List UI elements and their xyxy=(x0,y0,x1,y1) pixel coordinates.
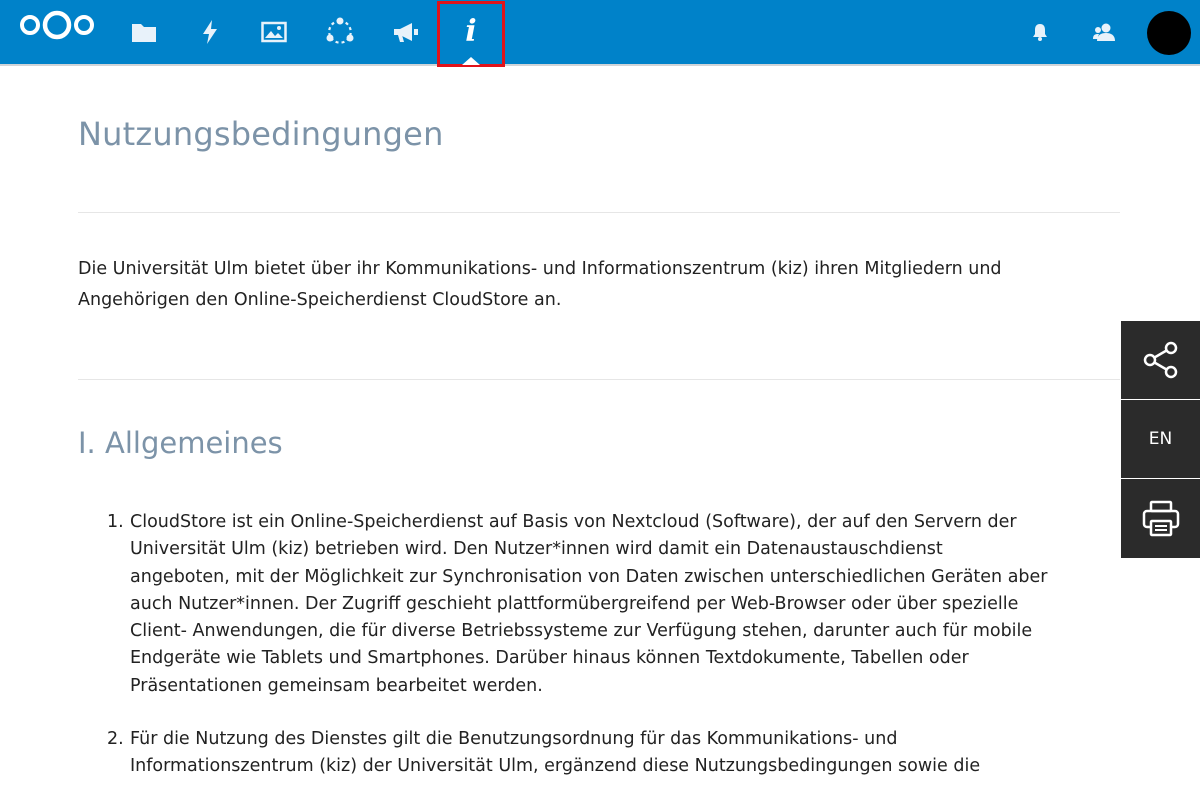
share-icon xyxy=(1143,341,1177,379)
activity-icon[interactable] xyxy=(192,13,228,51)
item-line: angeboten, mit der Möglichkeit zur Synch… xyxy=(130,566,1048,587)
language-label: EN xyxy=(1148,429,1173,449)
item-line: CloudStore ist ein Online-Speicherdienst… xyxy=(130,512,1017,532)
print-button[interactable] xyxy=(1121,479,1200,558)
item-line: Universität Ulm (kiz) betrieben wird. De… xyxy=(130,539,943,560)
list-number: 2. xyxy=(107,729,124,750)
notifications-icon[interactable] xyxy=(1026,18,1054,46)
intro-line: Die Universität Ulm bietet über ihr Komm… xyxy=(78,259,1002,279)
page-title: Nutzungsbedingungen xyxy=(78,115,444,153)
item-line: auch Nutzer*innen. Der Zugriff geschieht… xyxy=(130,593,1019,614)
item-line: Für die Nutzung des Dienstes gilt die Be… xyxy=(130,729,898,750)
top-bar: i xyxy=(0,0,1200,67)
intro-line: Angehörigen den Online-Speicherdienst Cl… xyxy=(78,290,562,310)
list-item: 1. CloudStore ist ein Online-Speicherdie… xyxy=(78,509,1120,700)
item-line: Präsentationen gemeinsam bearbeitet werd… xyxy=(130,675,543,696)
info-icon: i xyxy=(465,13,477,49)
info-nav-item[interactable]: i xyxy=(437,1,505,67)
contacts-icon[interactable] xyxy=(1090,18,1118,46)
divider xyxy=(78,212,1120,213)
announcements-icon[interactable] xyxy=(388,13,424,51)
item-line: Client- Anwendungen, die für diverse Bet… xyxy=(130,621,1033,642)
active-caret xyxy=(462,57,480,65)
photos-icon[interactable] xyxy=(256,13,292,51)
list-item: 2. Für die Nutzung des Dienstes gilt die… xyxy=(78,726,1120,781)
side-toolbar: EN xyxy=(1121,321,1200,558)
language-button[interactable]: EN xyxy=(1121,400,1200,479)
files-icon[interactable] xyxy=(126,13,162,51)
terms-list: 1. CloudStore ist ein Online-Speicherdie… xyxy=(78,509,1120,807)
item-line: Informationszentrum (kiz) der Universitä… xyxy=(130,756,981,777)
section-title: I. Allgemeines xyxy=(78,426,283,460)
print-icon xyxy=(1142,500,1179,536)
circles-icon[interactable] xyxy=(322,13,358,51)
share-button[interactable] xyxy=(1121,321,1200,400)
divider xyxy=(78,379,1120,380)
item-line: Endgeräte wie Tablets und Smartphones. D… xyxy=(130,648,969,669)
list-number: 1. xyxy=(107,512,124,532)
intro-paragraph: Die Universität Ulm bietet über ihr Komm… xyxy=(78,254,1120,316)
nextcloud-logo-icon[interactable] xyxy=(18,10,96,44)
avatar[interactable] xyxy=(1147,11,1191,55)
